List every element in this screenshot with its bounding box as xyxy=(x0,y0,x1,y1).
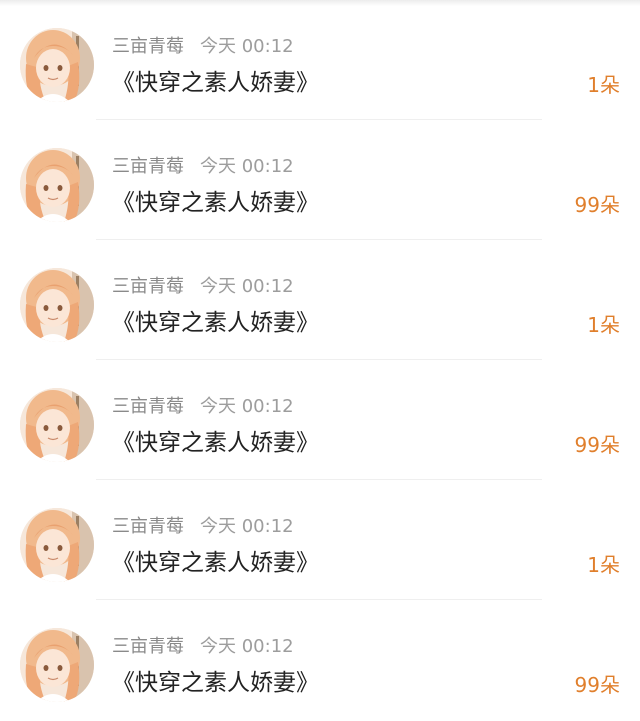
gift-count: 1朵 xyxy=(587,73,620,97)
comment-row[interactable]: 三亩青莓 今天 00:12 《快穿之素人娇妻》 1朵 xyxy=(0,240,640,360)
username[interactable]: 三亩青莓 xyxy=(112,636,184,657)
username[interactable]: 三亩青莓 xyxy=(112,516,184,537)
anime-girl-avatar-icon xyxy=(20,388,94,462)
anime-girl-avatar-icon xyxy=(20,628,94,702)
timestamp: 今天 00:12 xyxy=(200,36,294,57)
comment-content: 《快穿之素人娇妻》 xyxy=(112,310,319,336)
gift-count: 99朵 xyxy=(574,673,620,697)
comment-list: 三亩青莓 今天 00:12 《快穿之素人娇妻》 1朵 三亩青莓 今天 00:12… xyxy=(0,0,640,721)
comment-content: 《快穿之素人娇妻》 xyxy=(112,190,319,216)
user-avatar[interactable] xyxy=(20,148,94,222)
comment-row[interactable]: 三亩青莓 今天 00:12 《快穿之素人娇妻》 1朵 xyxy=(0,0,640,120)
timestamp: 今天 00:12 xyxy=(200,516,294,537)
user-avatar[interactable] xyxy=(20,268,94,342)
gift-count: 99朵 xyxy=(574,433,620,457)
comment-meta: 三亩青莓 今天 00:12 xyxy=(112,154,294,180)
comment-meta: 三亩青莓 今天 00:12 xyxy=(112,394,294,420)
user-avatar[interactable] xyxy=(20,388,94,462)
gift-count: 1朵 xyxy=(587,313,620,337)
user-avatar[interactable] xyxy=(20,628,94,702)
comment-row[interactable]: 三亩青莓 今天 00:12 《快穿之素人娇妻》 1朵 xyxy=(0,480,640,600)
comment-content: 《快穿之素人娇妻》 xyxy=(112,550,319,576)
username[interactable]: 三亩青莓 xyxy=(112,156,184,177)
comment-row[interactable]: 三亩青莓 今天 00:12 《快穿之素人娇妻》 99朵 xyxy=(0,360,640,480)
comment-row[interactable]: 三亩青莓 今天 00:12 《快穿之素人娇妻》 99朵 xyxy=(0,600,640,720)
comment-content: 《快穿之素人娇妻》 xyxy=(112,430,319,456)
comment-meta: 三亩青莓 今天 00:12 xyxy=(112,634,294,660)
anime-girl-avatar-icon xyxy=(20,268,94,342)
comment-content: 《快穿之素人娇妻》 xyxy=(112,670,319,696)
timestamp: 今天 00:12 xyxy=(200,276,294,297)
comment-content: 《快穿之素人娇妻》 xyxy=(112,70,319,96)
anime-girl-avatar-icon xyxy=(20,148,94,222)
gift-count: 1朵 xyxy=(587,553,620,577)
anime-girl-avatar-icon xyxy=(20,508,94,582)
comment-row[interactable]: 三亩青莓 今天 00:12 《快穿之素人娇妻》 99朵 xyxy=(0,120,640,240)
comment-meta: 三亩青莓 今天 00:12 xyxy=(112,514,294,540)
username[interactable]: 三亩青莓 xyxy=(112,396,184,417)
comment-meta: 三亩青莓 今天 00:12 xyxy=(112,274,294,300)
username[interactable]: 三亩青莓 xyxy=(112,276,184,297)
user-avatar[interactable] xyxy=(20,508,94,582)
comment-meta: 三亩青莓 今天 00:12 xyxy=(112,34,294,60)
username[interactable]: 三亩青莓 xyxy=(112,36,184,57)
user-avatar[interactable] xyxy=(20,28,94,102)
timestamp: 今天 00:12 xyxy=(200,156,294,177)
timestamp: 今天 00:12 xyxy=(200,636,294,657)
anime-girl-avatar-icon xyxy=(20,28,94,102)
gift-count: 99朵 xyxy=(574,193,620,217)
timestamp: 今天 00:12 xyxy=(200,396,294,417)
